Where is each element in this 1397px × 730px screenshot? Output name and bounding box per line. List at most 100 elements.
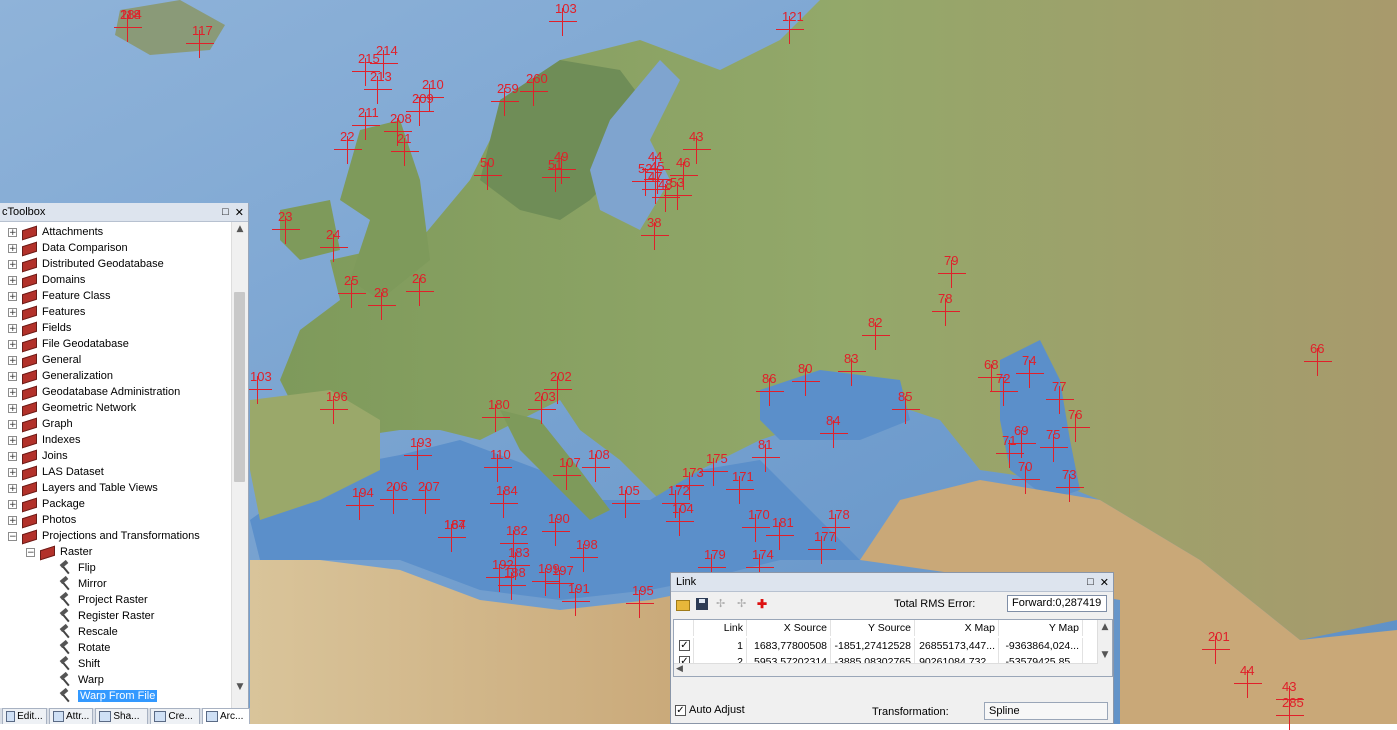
gcp-label: 208 — [390, 111, 412, 126]
toolbox-item[interactable]: + Data Comparison — [8, 240, 128, 256]
toolbox-item[interactable]: + Distributed Geodatabase — [8, 256, 164, 272]
scroll-up-icon[interactable]: ▲ — [1098, 622, 1112, 632]
toolbox-item[interactable]: + General — [8, 352, 81, 368]
window-tab[interactable]: Sha... — [95, 708, 149, 724]
gcp-label: 103 — [555, 1, 577, 16]
toolbox-item[interactable]: + Fields — [8, 320, 71, 336]
gcp-label: 50 — [480, 155, 495, 170]
scroll-down-icon[interactable]: ▼ — [232, 682, 248, 696]
toolset-icon — [21, 386, 37, 398]
toolbox-item[interactable]: − Raster — [26, 544, 92, 560]
close-icon[interactable]: ✕ — [235, 206, 244, 219]
toolbox-item[interactable]: + Package — [8, 496, 85, 512]
toolbox-item[interactable]: + Geodatabase Administration — [8, 384, 180, 400]
scroll-thumb[interactable] — [234, 292, 245, 482]
toolbox-item[interactable]: Warp — [58, 672, 104, 688]
close-icon[interactable]: ✕ — [1100, 576, 1109, 589]
col-x-map[interactable]: X Map — [915, 620, 999, 636]
expand-icon[interactable]: + — [8, 227, 17, 237]
toolbox-item[interactable]: + Indexes — [8, 432, 81, 448]
expand-icon[interactable]: + — [8, 371, 17, 381]
toolset-icon — [21, 258, 37, 270]
toolbox-item[interactable]: Register Raster — [58, 608, 154, 624]
toolbox-item[interactable]: Shift — [58, 656, 100, 672]
window-tab[interactable]: Cre... — [150, 708, 201, 724]
delete-link-icon[interactable]: ✚ — [757, 597, 771, 611]
transformation-select[interactable]: Spline — [984, 702, 1108, 720]
expand-icon[interactable]: + — [8, 435, 17, 445]
table-row[interactable]: ✓ 1 1683,77800508 -1851,27412528 26855173,44… — [674, 638, 1098, 654]
link-titlebar[interactable]: Link □ ✕ — [671, 573, 1113, 592]
open-folder-icon[interactable] — [676, 600, 690, 611]
save-icon[interactable] — [696, 598, 708, 610]
gcp-label: 173 — [682, 465, 704, 480]
toolbox-item[interactable]: + Feature Class — [8, 288, 110, 304]
table-horizontal-scrollbar[interactable]: ◀ — [674, 663, 1098, 676]
checkbox-icon[interactable]: ✓ — [675, 704, 686, 716]
window-tab[interactable]: Arc... — [202, 708, 251, 724]
expand-icon[interactable]: + — [8, 275, 17, 285]
window-tab[interactable]: Edit... — [2, 708, 47, 724]
scroll-down-icon[interactable]: ▼ — [1098, 650, 1112, 660]
expand-icon[interactable]: + — [8, 243, 17, 253]
expand-icon[interactable]: + — [8, 483, 17, 493]
toolbox-item[interactable]: + Attachments — [8, 224, 103, 240]
expand-icon[interactable]: + — [8, 387, 17, 397]
restore-icon[interactable]: □ — [1087, 576, 1094, 589]
toolbox-item-label: Fields — [42, 322, 72, 334]
restore-icon[interactable]: □ — [222, 206, 229, 219]
expand-icon[interactable]: + — [8, 339, 17, 349]
toolbox-item[interactable]: + Photos — [8, 512, 76, 528]
zoom-to-link-icon[interactable]: ✢ — [737, 597, 751, 611]
link-window: Link □ ✕ ✢ ✢ ✚ Total RMS Error: Forward:… — [670, 572, 1114, 724]
expand-icon[interactable]: + — [8, 323, 17, 333]
toolbox-item[interactable]: Mirror — [58, 576, 107, 592]
toolbox-item[interactable]: − Projections and Transformations — [8, 528, 200, 544]
expand-icon[interactable]: + — [8, 451, 17, 461]
table-vertical-scrollbar[interactable]: ▲ ▼ — [1097, 620, 1112, 676]
toolbox-item[interactable]: Flip — [58, 560, 96, 576]
toolbox-item-label: Flip — [78, 562, 96, 574]
expand-icon[interactable]: + — [8, 291, 17, 301]
col-link[interactable]: Link — [694, 620, 747, 636]
toolbox-item[interactable]: + Graph — [8, 416, 73, 432]
toolbox-vertical-scrollbar[interactable]: ▲ ▼ — [231, 222, 248, 708]
toolbox-item[interactable]: Rescale — [58, 624, 118, 640]
scroll-up-icon[interactable]: ▲ — [232, 224, 248, 238]
gcp-label: 197 — [552, 563, 574, 578]
expand-icon[interactable]: + — [8, 515, 17, 525]
toolbox-item[interactable]: Rotate — [58, 640, 110, 656]
gcp-label: 202 — [550, 369, 572, 384]
toolbox-item[interactable]: + Domains — [8, 272, 85, 288]
expand-icon[interactable]: + — [8, 307, 17, 317]
toolbox-item[interactable]: + Joins — [8, 448, 68, 464]
select-link-icon[interactable]: ✢ — [716, 597, 730, 611]
expand-icon[interactable]: + — [8, 499, 17, 509]
toolbox-titlebar[interactable]: cToolbox □ ✕ — [0, 203, 248, 222]
auto-adjust-checkbox[interactable]: ✓ Auto Adjust — [675, 704, 745, 716]
toolbox-item[interactable]: Project Raster — [58, 592, 148, 608]
collapse-icon[interactable]: − — [26, 547, 35, 557]
expand-icon[interactable]: + — [8, 419, 17, 429]
toolbox-item[interactable]: + Geometric Network — [8, 400, 136, 416]
col-x-source[interactable]: X Source — [747, 620, 831, 636]
collapse-icon[interactable]: − — [8, 531, 17, 541]
toolbox-item[interactable]: + LAS Dataset — [8, 464, 104, 480]
col-y-map[interactable]: Y Map — [999, 620, 1083, 636]
gcp-label: 70 — [1018, 459, 1033, 474]
toolbox-item[interactable]: + Generalization — [8, 368, 113, 384]
window-tab[interactable]: Attr... — [48, 708, 94, 724]
row-checkbox[interactable]: ✓ — [679, 640, 690, 651]
expand-icon[interactable]: + — [8, 355, 17, 365]
scroll-left-icon[interactable]: ◀ — [676, 664, 683, 674]
transformation-label: Transformation: — [872, 706, 949, 718]
toolbox-item[interactable]: + File Geodatabase — [8, 336, 129, 352]
toolbox-item[interactable]: Warp From File — [58, 688, 158, 704]
expand-icon[interactable]: + — [8, 259, 17, 269]
gcp-label: 210 — [422, 77, 444, 92]
col-y-source[interactable]: Y Source — [831, 620, 915, 636]
toolbox-item[interactable]: + Layers and Table Views — [8, 480, 158, 496]
expand-icon[interactable]: + — [8, 403, 17, 413]
expand-icon[interactable]: + — [8, 467, 17, 477]
toolbox-item[interactable]: + Features — [8, 304, 85, 320]
